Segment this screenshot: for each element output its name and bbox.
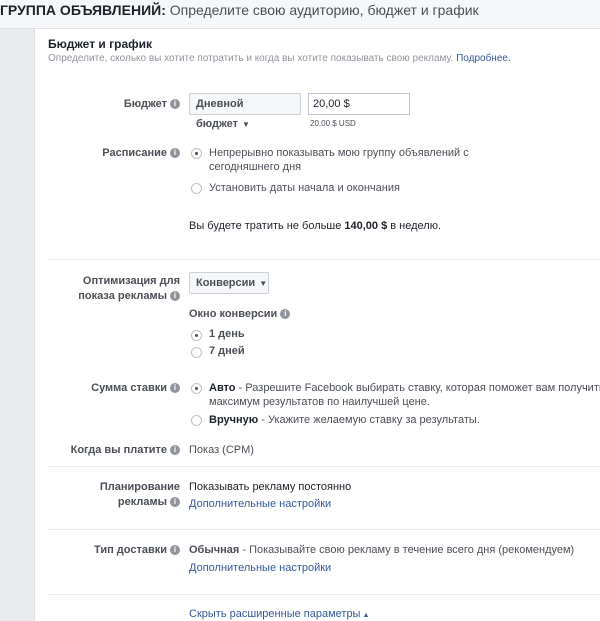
- info-icon[interactable]: i: [170, 99, 180, 110]
- schedule-dates-radio[interactable]: [191, 183, 202, 194]
- payment-label-text: Когда вы платите: [70, 444, 167, 456]
- schedule-label: Расписание i: [102, 146, 180, 161]
- window-7days-radio[interactable]: [191, 347, 202, 358]
- budget-type-value: Дневной бюджет: [196, 98, 244, 130]
- budget-schedule-panel: Бюджет и график Определите, сколько вы х…: [34, 29, 600, 621]
- ad-scheduling-label-line1: Планирование: [99, 481, 180, 493]
- ad-scheduling-value: Показывать рекламу постоянно: [189, 481, 352, 493]
- section-title: Бюджет и график: [48, 37, 153, 51]
- ad-scheduling-label: Планирование рекламы i: [100, 480, 180, 510]
- info-icon[interactable]: i: [170, 148, 180, 159]
- info-icon[interactable]: i: [170, 445, 180, 456]
- divider: [48, 594, 600, 595]
- schedule-continuous-label[interactable]: Непрерывно показывать мою группу объявле…: [209, 146, 469, 174]
- window-1day-radio[interactable]: [191, 330, 202, 341]
- ad-scheduling-advanced-link[interactable]: Дополнительные настройки: [189, 497, 331, 511]
- budget-label: Бюджет i: [124, 97, 180, 112]
- delivery-label-text: Тип доставки: [94, 544, 167, 556]
- bid-manual-title: Вручную: [209, 414, 259, 426]
- schedule-continuous-radio[interactable]: [191, 148, 202, 159]
- optimization-value: Конверсии: [196, 277, 256, 289]
- chevron-down-icon: ▼: [259, 279, 268, 288]
- divider: [48, 466, 600, 467]
- delivery-value: Обычная - Показывайте свою рекламу в теч…: [189, 543, 574, 557]
- hide-advanced-text: Скрыть расширенные параметры: [189, 608, 361, 620]
- payment-label: Когда вы платите i: [71, 443, 180, 458]
- divider: [48, 259, 600, 260]
- bid-auto-desc-line1: - Разрешите Facebook выбирать ставку, ко…: [235, 382, 600, 394]
- chevron-down-icon: ▼: [242, 120, 250, 129]
- bid-manual-label[interactable]: Вручную - Укажите желаемую ставку за рез…: [209, 413, 480, 427]
- bid-auto-title: Авто: [209, 382, 236, 394]
- spend-amount: 140,00 $: [344, 220, 388, 232]
- learn-more-link[interactable]: Подробнее.: [456, 53, 511, 64]
- divider: [48, 529, 600, 530]
- info-icon[interactable]: i: [280, 309, 291, 320]
- section-subtitle-text: Определите, сколько вы хотите потратить …: [48, 53, 457, 64]
- optimization-dropdown[interactable]: Конверсии ▼: [189, 272, 269, 294]
- optimization-label-line2: показа рекламы: [78, 290, 167, 302]
- schedule-option1-line1: Непрерывно показывать мою группу объявле…: [209, 147, 469, 159]
- bid-auto-desc-line2: максимум результатов по наилучшей цене.: [209, 396, 430, 408]
- window-1day-label[interactable]: 1 день: [209, 328, 245, 340]
- bid-manual-desc: - Укажите желаемую ставку за результаты.: [258, 414, 480, 426]
- budget-label-text: Бюджет: [123, 98, 167, 110]
- header-title-bold: ГРУППА ОБЪЯВЛЕНИЙ:: [0, 2, 166, 18]
- section-subtitle: Определите, сколько вы хотите потратить …: [48, 53, 511, 64]
- bid-label: Сумма ставки i: [91, 381, 180, 396]
- info-icon[interactable]: i: [170, 291, 180, 302]
- hide-advanced-link[interactable]: Скрыть расширенные параметры ▲: [189, 607, 369, 621]
- weekly-spend-note: Вы будете тратить не больше 140,00 $ в н…: [189, 219, 441, 233]
- ad-scheduling-label-line2: рекламы: [117, 496, 167, 508]
- schedule-label-text: Расписание: [102, 147, 167, 159]
- info-icon[interactable]: i: [170, 497, 180, 508]
- delivery-label: Тип доставки i: [94, 543, 180, 558]
- schedule-option1-line2: сегодняшнего дня: [209, 161, 302, 173]
- schedule-dates-label[interactable]: Установить даты начала и окончания: [209, 181, 400, 195]
- info-icon[interactable]: i: [170, 545, 180, 556]
- spend-post: в неделю.: [387, 220, 442, 232]
- spend-pre: Вы будете тратить не больше: [189, 220, 345, 232]
- delivery-title: Обычная: [189, 544, 240, 556]
- conversion-window-text: Окно конверсии: [189, 308, 278, 320]
- optimization-label-line1: Оптимизация для: [82, 275, 180, 287]
- budget-amount-input[interactable]: 20,00 $: [308, 93, 410, 115]
- optimization-label: Оптимизация для показа рекламы i: [78, 274, 180, 304]
- bid-label-text: Сумма ставки: [91, 382, 167, 394]
- header-title-rest: Определите свою аудиторию, бюджет и граф…: [165, 2, 479, 18]
- delivery-advanced-link[interactable]: Дополнительные настройки: [189, 561, 331, 575]
- bid-auto-radio[interactable]: [191, 383, 202, 394]
- ad-set-header: ГРУППА ОБЪЯВЛЕНИЙ: Определите свою аудит…: [0, 0, 600, 29]
- payment-value: Показ (CPM): [189, 444, 254, 456]
- budget-type-dropdown[interactable]: Дневной бюджет ▼: [189, 93, 301, 130]
- bid-auto-label[interactable]: Авто - Разрешите Facebook выбирать ставк…: [209, 381, 600, 409]
- info-icon[interactable]: i: [170, 383, 180, 394]
- budget-hint: 20,00 $ USD: [310, 119, 356, 128]
- window-7days-label[interactable]: 7 дней: [209, 345, 245, 357]
- bid-manual-radio[interactable]: [191, 415, 202, 426]
- conversion-window-label: Окно конверсии i: [189, 308, 291, 320]
- caret-up-icon: ▲: [362, 612, 370, 619]
- delivery-desc: - Показывайте свою рекламу в течение все…: [239, 544, 575, 556]
